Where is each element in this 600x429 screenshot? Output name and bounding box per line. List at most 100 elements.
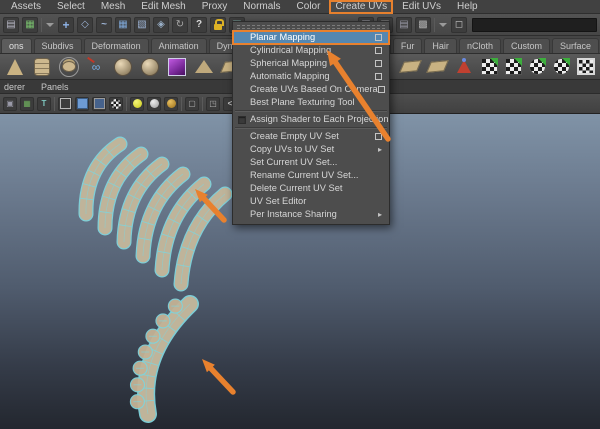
shelf-tab-hair[interactable]: Hair xyxy=(424,38,457,53)
light-default-icon[interactable] xyxy=(147,96,161,111)
construction-history-icon[interactable] xyxy=(172,16,188,33)
menu-item-per-instance-sharing[interactable]: Per Instance Sharing xyxy=(233,208,389,221)
menu-proxy[interactable]: Proxy xyxy=(195,1,235,13)
shelf-tab-animation[interactable]: Animation xyxy=(150,38,207,53)
menu-item-label: Assign Shader to Each Projection xyxy=(250,114,389,124)
menu-item-uv-set-editor[interactable]: UV Set Editor xyxy=(233,195,389,208)
option-box[interactable] xyxy=(375,133,382,140)
polygon-pyramid-icon[interactable] xyxy=(194,57,214,77)
textured-ball-icon[interactable] xyxy=(109,96,123,111)
option-box[interactable] xyxy=(375,34,382,41)
menu-edit-mesh[interactable]: Edit Mesh xyxy=(134,1,192,13)
select-camera-icon[interactable] xyxy=(3,96,17,111)
light-gold-icon[interactable] xyxy=(164,96,178,111)
selection-box-icon[interactable] xyxy=(451,16,467,33)
snap-to-view-planes-icon[interactable] xyxy=(134,16,150,33)
panel-menu-panels[interactable]: Panels xyxy=(41,82,69,92)
lower-eyelash-mesh[interactable] xyxy=(129,295,199,423)
menu-item-spherical-mapping[interactable]: Spherical Mapping xyxy=(233,57,389,70)
option-box[interactable] xyxy=(375,47,382,54)
cylindrical-mapping-icon[interactable] xyxy=(505,58,522,75)
auto-lock-icon[interactable] xyxy=(210,16,226,33)
snap-to-points-icon[interactable] xyxy=(77,16,93,33)
shelf-tab-subdivs[interactable]: Subdivs xyxy=(33,38,82,53)
uv-editor-icon[interactable] xyxy=(577,58,595,75)
menu-normals[interactable]: Normals xyxy=(236,1,287,13)
history-dropdown-icon[interactable] xyxy=(45,17,55,33)
snap-to-curves-icon[interactable] xyxy=(96,16,112,33)
submenu-arrow-icon xyxy=(378,208,382,221)
selection-mask-icon[interactable] xyxy=(22,16,38,33)
menu-assets[interactable]: Assets xyxy=(4,1,48,13)
shelf-tab-ncloth[interactable]: nCloth xyxy=(458,38,501,53)
upper-eyelash-mesh[interactable] xyxy=(78,136,233,292)
shelf-tab-deformation[interactable]: Deformation xyxy=(83,38,149,53)
menu-item-label: Planar Mapping xyxy=(250,32,316,42)
menu-item-rename-current-uv-set[interactable]: Rename Current UV Set... xyxy=(233,169,389,182)
shelf-tab-surface[interactable]: Surface xyxy=(551,38,599,53)
menu-item-label: Copy UVs to UV Set xyxy=(250,144,335,154)
spherical-mapping-icon[interactable] xyxy=(529,58,546,75)
polygon-cube-icon[interactable] xyxy=(167,57,187,77)
render-settings-icon[interactable] xyxy=(415,16,431,33)
move-tool-icon[interactable] xyxy=(58,16,74,33)
make-live-icon[interactable] xyxy=(153,16,169,33)
mirror-geometry-icon[interactable] xyxy=(86,57,106,77)
planar-mapping-icon[interactable] xyxy=(481,58,498,75)
ipr-render-icon[interactable] xyxy=(396,16,412,33)
shelf-tab-fur[interactable]: Fur xyxy=(392,38,423,53)
checkbox-icon[interactable] xyxy=(238,115,246,124)
menu-color[interactable]: Color xyxy=(290,1,328,13)
automatic-mapping-icon[interactable] xyxy=(553,58,570,75)
divider xyxy=(202,96,203,111)
option-box[interactable] xyxy=(375,73,382,80)
menu-item-label: Delete Current UV Set xyxy=(250,183,343,193)
wireframe-mode-icon[interactable] xyxy=(58,96,72,111)
menu-help[interactable]: Help xyxy=(450,1,485,13)
polygon-sphere-icon[interactable] xyxy=(113,57,133,77)
isolate-add-icon[interactable] xyxy=(206,96,220,111)
menu-item-label: Automatic Mapping xyxy=(250,71,330,81)
menu-item-assign-shader-to-each-projection[interactable]: Assign Shader to Each Projection xyxy=(233,113,389,126)
textured-mode-icon[interactable] xyxy=(92,96,106,111)
help-icon[interactable] xyxy=(191,16,207,33)
menu-item-copy-uvs-to-uv-set[interactable]: Copy UVs to UV Set xyxy=(233,143,389,156)
panel-menu-renderer[interactable]: derer xyxy=(4,82,25,92)
menu-mesh[interactable]: Mesh xyxy=(94,1,132,13)
film-gate-icon[interactable] xyxy=(37,96,51,111)
shaded-mode-icon[interactable] xyxy=(75,96,89,111)
option-box[interactable] xyxy=(377,86,385,93)
grid-toggle-icon[interactable] xyxy=(20,96,34,111)
quick-select-field[interactable] xyxy=(472,17,597,32)
isolate-select-icon[interactable] xyxy=(185,96,199,111)
menu-item-label: Rename Current UV Set... xyxy=(250,170,359,180)
option-box[interactable] xyxy=(375,60,382,67)
menu-item-best-plane-texturing-tool[interactable]: Best Plane Texturing Tool xyxy=(233,96,389,109)
shelf-tab-ons[interactable]: ons xyxy=(1,38,32,53)
polygon-helix-icon[interactable] xyxy=(140,57,160,77)
file-save-icon[interactable] xyxy=(3,16,19,33)
tear-off-handle[interactable] xyxy=(237,25,385,29)
menu-item-cylindrical-mapping[interactable]: Cylindrical Mapping xyxy=(233,44,389,57)
menu-edit-uvs[interactable]: Edit UVs xyxy=(395,1,448,13)
menu-item-automatic-mapping[interactable]: Automatic Mapping xyxy=(233,70,389,83)
menu-create-uvs[interactable]: Create UVs xyxy=(329,0,394,14)
menu-select[interactable]: Select xyxy=(50,1,92,13)
polygon-plane2-icon[interactable] xyxy=(427,57,447,77)
menu-item-create-uvs-based-on-camera[interactable]: Create UVs Based On Camera xyxy=(233,83,389,96)
polygon-planes-icon[interactable] xyxy=(400,57,420,77)
shelf-tab-custom[interactable]: Custom xyxy=(502,38,550,53)
main-menubar: Assets Select Mesh Edit Mesh Proxy Normals Col… xyxy=(0,0,600,14)
field-dropdown-icon[interactable] xyxy=(438,17,448,33)
menu-item-set-current-uv-set[interactable]: Set Current UV Set... xyxy=(233,156,389,169)
light-cone-icon[interactable] xyxy=(454,57,474,77)
polygon-cylinder-icon[interactable] xyxy=(32,57,52,77)
polygon-cone-icon[interactable] xyxy=(5,57,25,77)
snap-to-grids-icon[interactable] xyxy=(115,16,131,33)
menu-item-create-empty-uv-set[interactable]: Create Empty UV Set xyxy=(233,130,389,143)
menu-item-label: Set Current UV Set... xyxy=(250,157,338,167)
menu-item-planar-mapping[interactable]: Planar Mapping xyxy=(232,30,390,45)
polygon-coins-icon[interactable] xyxy=(59,56,79,77)
light-yellow-icon[interactable] xyxy=(130,96,144,111)
menu-item-delete-current-uv-set[interactable]: Delete Current UV Set xyxy=(233,182,389,195)
